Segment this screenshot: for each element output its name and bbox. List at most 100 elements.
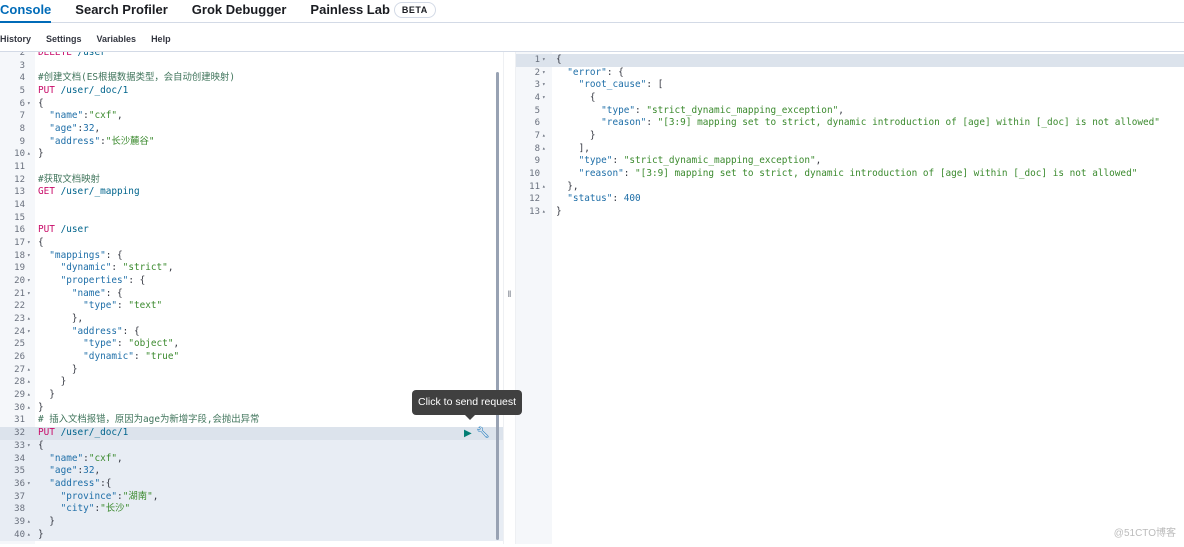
token: "age"	[38, 123, 78, 135]
line-number: 1	[534, 55, 540, 65]
code-line: 2 DELETE /user	[0, 52, 503, 60]
token: #获取文档映射	[38, 173, 100, 185]
unfold-arrow-icon[interactable]: ▴	[27, 364, 31, 377]
editor-scrollbar[interactable]	[496, 72, 499, 540]
fold-arrow-icon[interactable]: ▾	[27, 275, 31, 288]
token: "长沙麓谷"	[105, 135, 155, 147]
token: "[3:9] mapping set to strict, dynamic in…	[635, 168, 1138, 180]
tab-search-profiler[interactable]: Search Profiler	[75, 0, 168, 23]
token: ,	[94, 123, 101, 135]
line-number: 8	[19, 124, 25, 135]
help-link[interactable]: Help	[151, 34, 171, 44]
fold-arrow-icon[interactable]: ▾	[542, 67, 546, 80]
unfold-arrow-icon[interactable]: ▴	[542, 143, 546, 156]
line-number: 5	[19, 86, 25, 97]
unfold-arrow-icon[interactable]: ▴	[27, 402, 31, 415]
unfold-arrow-icon[interactable]: ▴	[27, 529, 31, 542]
line-number: 3	[534, 80, 540, 91]
fold-arrow-icon[interactable]: ▾	[27, 478, 31, 491]
fold-arrow-icon[interactable]: ▾	[27, 326, 31, 339]
token: "address"	[38, 477, 101, 489]
token: /user	[54, 224, 89, 236]
wrench-icon[interactable]: 🔧︎	[476, 426, 490, 439]
code-text: "dynamic": "true"	[38, 351, 179, 364]
fold-arrow-icon[interactable]: ▾	[542, 92, 546, 105]
token: PUT	[38, 427, 55, 439]
line-number: 2	[534, 67, 540, 78]
code-line: 17 ▾ {	[0, 237, 503, 250]
unfold-arrow-icon[interactable]: ▴	[27, 389, 31, 402]
code-text: "city":"长沙"	[38, 503, 131, 516]
code-line: 31 # 插入文档报错，原因为age为新增字段,会抛出异常	[0, 414, 503, 427]
unfold-arrow-icon[interactable]: ▴	[542, 206, 546, 219]
code-line: 39 ▴ }	[0, 515, 503, 529]
token: "object"	[128, 338, 174, 350]
unfold-arrow-icon[interactable]: ▴	[542, 181, 546, 194]
code-text: }	[556, 206, 562, 219]
token: : {	[128, 275, 146, 287]
token: {	[38, 97, 44, 109]
token: :	[117, 338, 129, 350]
code-line: 38 "city":"长沙"	[0, 503, 503, 516]
code-line: 22 "type": "text"	[0, 300, 503, 313]
code-text: "age":32,	[38, 465, 100, 478]
line-number: 15	[14, 212, 25, 223]
code-text: "type": "object",	[38, 338, 179, 351]
console-menu: History Settings Variables Help	[0, 34, 171, 44]
code-text: GET /user/_mapping	[38, 186, 140, 199]
code-text: }	[38, 376, 67, 389]
line-number: 14	[14, 200, 25, 211]
token: "dynamic"	[38, 262, 112, 274]
play-icon[interactable]: ▶	[464, 428, 472, 439]
fold-arrow-icon[interactable]: ▾	[542, 54, 546, 67]
token: "strict"	[122, 262, 168, 274]
unfold-arrow-icon[interactable]: ▴	[27, 516, 31, 529]
fold-arrow-icon[interactable]: ▾	[27, 440, 31, 453]
code-text: }	[556, 130, 596, 143]
line-number: 28	[14, 377, 25, 388]
code-line: 12 "status": 400	[516, 193, 1184, 206]
fold-arrow-icon[interactable]: ▾	[27, 237, 31, 250]
fold-arrow-icon[interactable]: ▾	[27, 288, 31, 301]
unfold-arrow-icon[interactable]: ▴	[542, 130, 546, 143]
response-viewer: 1 ▾{2 ▾ "error": {3 ▾ "root_cause": [4 ▾ {5 …	[516, 52, 1184, 544]
line-number: 8	[534, 143, 540, 154]
line-number: 11	[14, 162, 25, 173]
line-number: 5	[534, 105, 540, 116]
fold-arrow-icon[interactable]: ▾	[27, 250, 31, 263]
token: ,	[167, 262, 174, 274]
fold-arrow-icon[interactable]: ▾	[542, 79, 546, 92]
token: GET	[38, 186, 55, 198]
line-number: 4	[19, 73, 25, 84]
code-line: 11 ▴ },	[516, 181, 1184, 194]
code-line: 18 ▾ "mappings": {	[0, 250, 503, 263]
variables-link[interactable]: Variables	[97, 34, 137, 44]
token: "长沙"	[100, 503, 131, 515]
settings-link[interactable]: Settings	[46, 34, 82, 44]
unfold-arrow-icon[interactable]: ▴	[27, 376, 31, 389]
code-line: 14	[0, 199, 503, 212]
unfold-arrow-icon[interactable]: ▴	[27, 148, 31, 161]
token: :	[635, 104, 647, 116]
token: : [	[646, 79, 664, 91]
tab-painless-lab[interactable]: Painless Lab BETA	[310, 0, 436, 23]
fold-arrow-icon[interactable]: ▾	[27, 98, 31, 111]
code-text: "province":"湖南",	[38, 490, 159, 504]
tab-console[interactable]: Console	[0, 0, 52, 23]
panel-resize-handle[interactable]: ‖	[503, 52, 516, 544]
code-line: 10 ▴}	[0, 148, 503, 161]
code-text: PUT /user/_doc/1	[38, 427, 128, 440]
token: "province"	[38, 490, 118, 502]
code-line: 7 ▴ }	[516, 130, 1184, 143]
token: "type"	[38, 338, 118, 350]
line-number: 40	[14, 529, 25, 540]
code-text: ],	[556, 143, 590, 156]
token: "properties"	[38, 275, 129, 287]
request-editor[interactable]: 2 DELETE /user 3 4 #创建文档(ES根据数据类型，会自动创建映射) 5 P…	[0, 52, 503, 544]
history-link[interactable]: History	[0, 34, 31, 44]
code-text: DELETE /user	[38, 52, 106, 60]
unfold-arrow-icon[interactable]: ▴	[27, 313, 31, 326]
tab-grok-debugger[interactable]: Grok Debugger	[192, 0, 287, 23]
code-text: "type": "strict_dynamic_mapping_exceptio…	[556, 155, 822, 168]
token: "strict_dynamic_mapping_exception"	[646, 104, 839, 116]
